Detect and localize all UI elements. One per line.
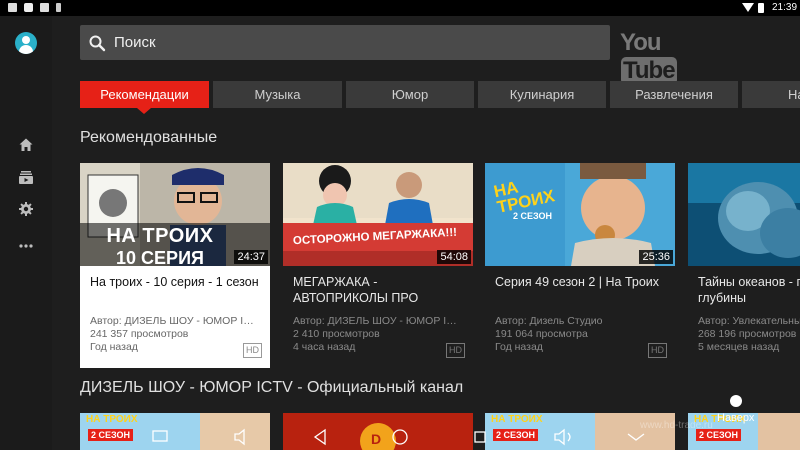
tab-humor[interactable]: Юмор bbox=[346, 81, 474, 108]
video-title: Серия 49 сезон 2 | На Троих bbox=[495, 275, 660, 289]
thumbnail-caption: НА ТРОИХ bbox=[106, 225, 214, 247]
hd-badge: HD bbox=[446, 343, 465, 358]
video-card[interactable]: НА ТРОИХ 2 СЕЗОН bbox=[80, 413, 270, 450]
video-duration: 24:37 bbox=[234, 250, 268, 264]
arrow-up-icon bbox=[730, 395, 742, 407]
video-title: МЕГАРЖАКА - АВТОПРИКОЛЫ ПРО bbox=[293, 275, 419, 305]
video-thumbnail: ОСТОРОЖНО МЕГАРЖАКА!!! 54:08 bbox=[283, 163, 473, 266]
tab-partial[interactable]: На bbox=[742, 81, 800, 108]
tab-entertainment[interactable]: Развлечения bbox=[610, 81, 738, 108]
video-views: 268 196 просмотров bbox=[698, 328, 797, 340]
video-author: Автор: Дизель Студио bbox=[495, 315, 603, 327]
video-author: Автор: Увлекательный мир bbox=[698, 315, 800, 327]
scroll-to-top-button[interactable]: Наверх bbox=[717, 395, 767, 425]
clock: 21:39 bbox=[772, 2, 798, 13]
gear-icon[interactable] bbox=[18, 201, 34, 217]
hd-badge: HD bbox=[648, 343, 667, 358]
video-card[interactable]: ОСТОРОЖНО МЕГАРЖАКА!!! 54:08 МЕГАРЖАКА -… bbox=[283, 163, 473, 368]
video-age: Год назад bbox=[495, 341, 543, 353]
search-bar[interactable] bbox=[80, 25, 610, 60]
more-icon[interactable] bbox=[18, 238, 34, 254]
video-card[interactable]: НА ТРОИХ 2 СЕЗОН bbox=[485, 413, 675, 450]
video-age: Год назад bbox=[90, 341, 138, 353]
thumbnail-caption: НА ТРОИХ bbox=[491, 414, 543, 425]
account-avatar[interactable] bbox=[15, 32, 37, 54]
category-tabs: Рекомендации Музыка Юмор Кулинария Развл… bbox=[80, 81, 800, 114]
video-duration: 25:36 bbox=[639, 250, 673, 264]
thumbnail-caption: D bbox=[371, 431, 382, 447]
video-card[interactable]: НА ТРОИХ 2 СЕЗОН 25:36 Серия 49 сезон 2 … bbox=[485, 163, 675, 368]
tab-cooking[interactable]: Кулинария bbox=[478, 81, 606, 108]
status-bar: 21:39 bbox=[0, 0, 800, 16]
video-views: 191 064 просмотра bbox=[495, 328, 588, 340]
search-icon[interactable] bbox=[88, 34, 106, 52]
video-views: 2 410 просмотров bbox=[293, 328, 380, 340]
recents-icon bbox=[474, 431, 486, 443]
battery-icon bbox=[758, 3, 764, 13]
video-info: Серия 49 сезон 2 | На Троих Автор: Дизел… bbox=[485, 266, 675, 368]
video-thumbnail: НА ТРОИХ 2 СЕЗОН 25:36 bbox=[485, 163, 675, 266]
video-thumbnail: НА ТРОИХ 10 СЕРИЯ 24:37 bbox=[80, 163, 270, 266]
video-info: На троих - 10 серия - 1 сезон Автор: ДИЗ… bbox=[80, 266, 270, 368]
video-title: Тайны океанов - подводные глубины bbox=[698, 275, 800, 305]
video-card[interactable]: НА ТРОИХ 10 СЕРИЯ 24:37 На троих - 10 се… bbox=[80, 163, 270, 368]
thumbnail-subcaption: 2 СЕЗОН bbox=[88, 429, 134, 441]
subscriptions-icon[interactable] bbox=[18, 169, 34, 185]
notification-icon bbox=[40, 3, 49, 12]
thumbnail-subcaption: 2 СЕЗОН bbox=[513, 211, 553, 221]
video-author: Автор: ДИЗЕЛЬ ШОУ - ЮМОР ICTV - Официаль… bbox=[293, 315, 463, 327]
video-card[interactable]: D bbox=[283, 413, 473, 450]
section-title-recommended: Рекомендованные bbox=[80, 129, 218, 146]
home-icon[interactable] bbox=[18, 137, 34, 153]
video-title: На троих - 10 серия - 1 сезон bbox=[90, 275, 259, 289]
video-author: Автор: ДИЗЕЛЬ ШОУ - ЮМОР ICTV - Официаль… bbox=[90, 315, 260, 327]
tab-recommendations[interactable]: Рекомендации bbox=[80, 81, 209, 114]
video-age: 4 часа назад bbox=[293, 341, 356, 353]
video-thumbnail bbox=[688, 163, 800, 266]
video-info: МЕГАРЖАКА - АВТОПРИКОЛЫ ПРО Автор: ДИЗЕЛ… bbox=[283, 266, 473, 368]
wifi-icon bbox=[742, 3, 754, 12]
video-age: 5 месяцев назад bbox=[698, 341, 780, 353]
notification-icon bbox=[8, 3, 17, 12]
thumbnail-subcaption: 10 СЕРИЯ bbox=[116, 248, 204, 266]
youtube-notification-icon bbox=[24, 3, 33, 12]
video-info: Тайны океанов - подводные глубины Автор:… bbox=[688, 266, 800, 368]
thumbnail-subcaption: 2 СЕЗОН bbox=[493, 429, 539, 441]
thumbnail-caption: НА ТРОИХ bbox=[86, 414, 138, 425]
youtube-logo: YouTube bbox=[620, 29, 677, 85]
search-input[interactable] bbox=[114, 25, 594, 60]
video-card[interactable]: Тайны океанов - подводные глубины Автор:… bbox=[688, 163, 800, 368]
video-duration: 54:08 bbox=[437, 250, 471, 264]
scroll-to-top-label: Наверх bbox=[717, 412, 755, 424]
sidebar bbox=[0, 16, 52, 450]
video-views: 241 357 просмотров bbox=[90, 328, 189, 340]
watermark: www.hd-trade.ru bbox=[640, 420, 713, 431]
section-title-channel: ДИЗЕЛЬ ШОУ - ЮМОР ICTV - Официальный кан… bbox=[80, 379, 464, 396]
tab-music[interactable]: Музыка bbox=[213, 81, 342, 108]
hd-badge: HD bbox=[243, 343, 262, 358]
usb-icon bbox=[56, 3, 61, 12]
